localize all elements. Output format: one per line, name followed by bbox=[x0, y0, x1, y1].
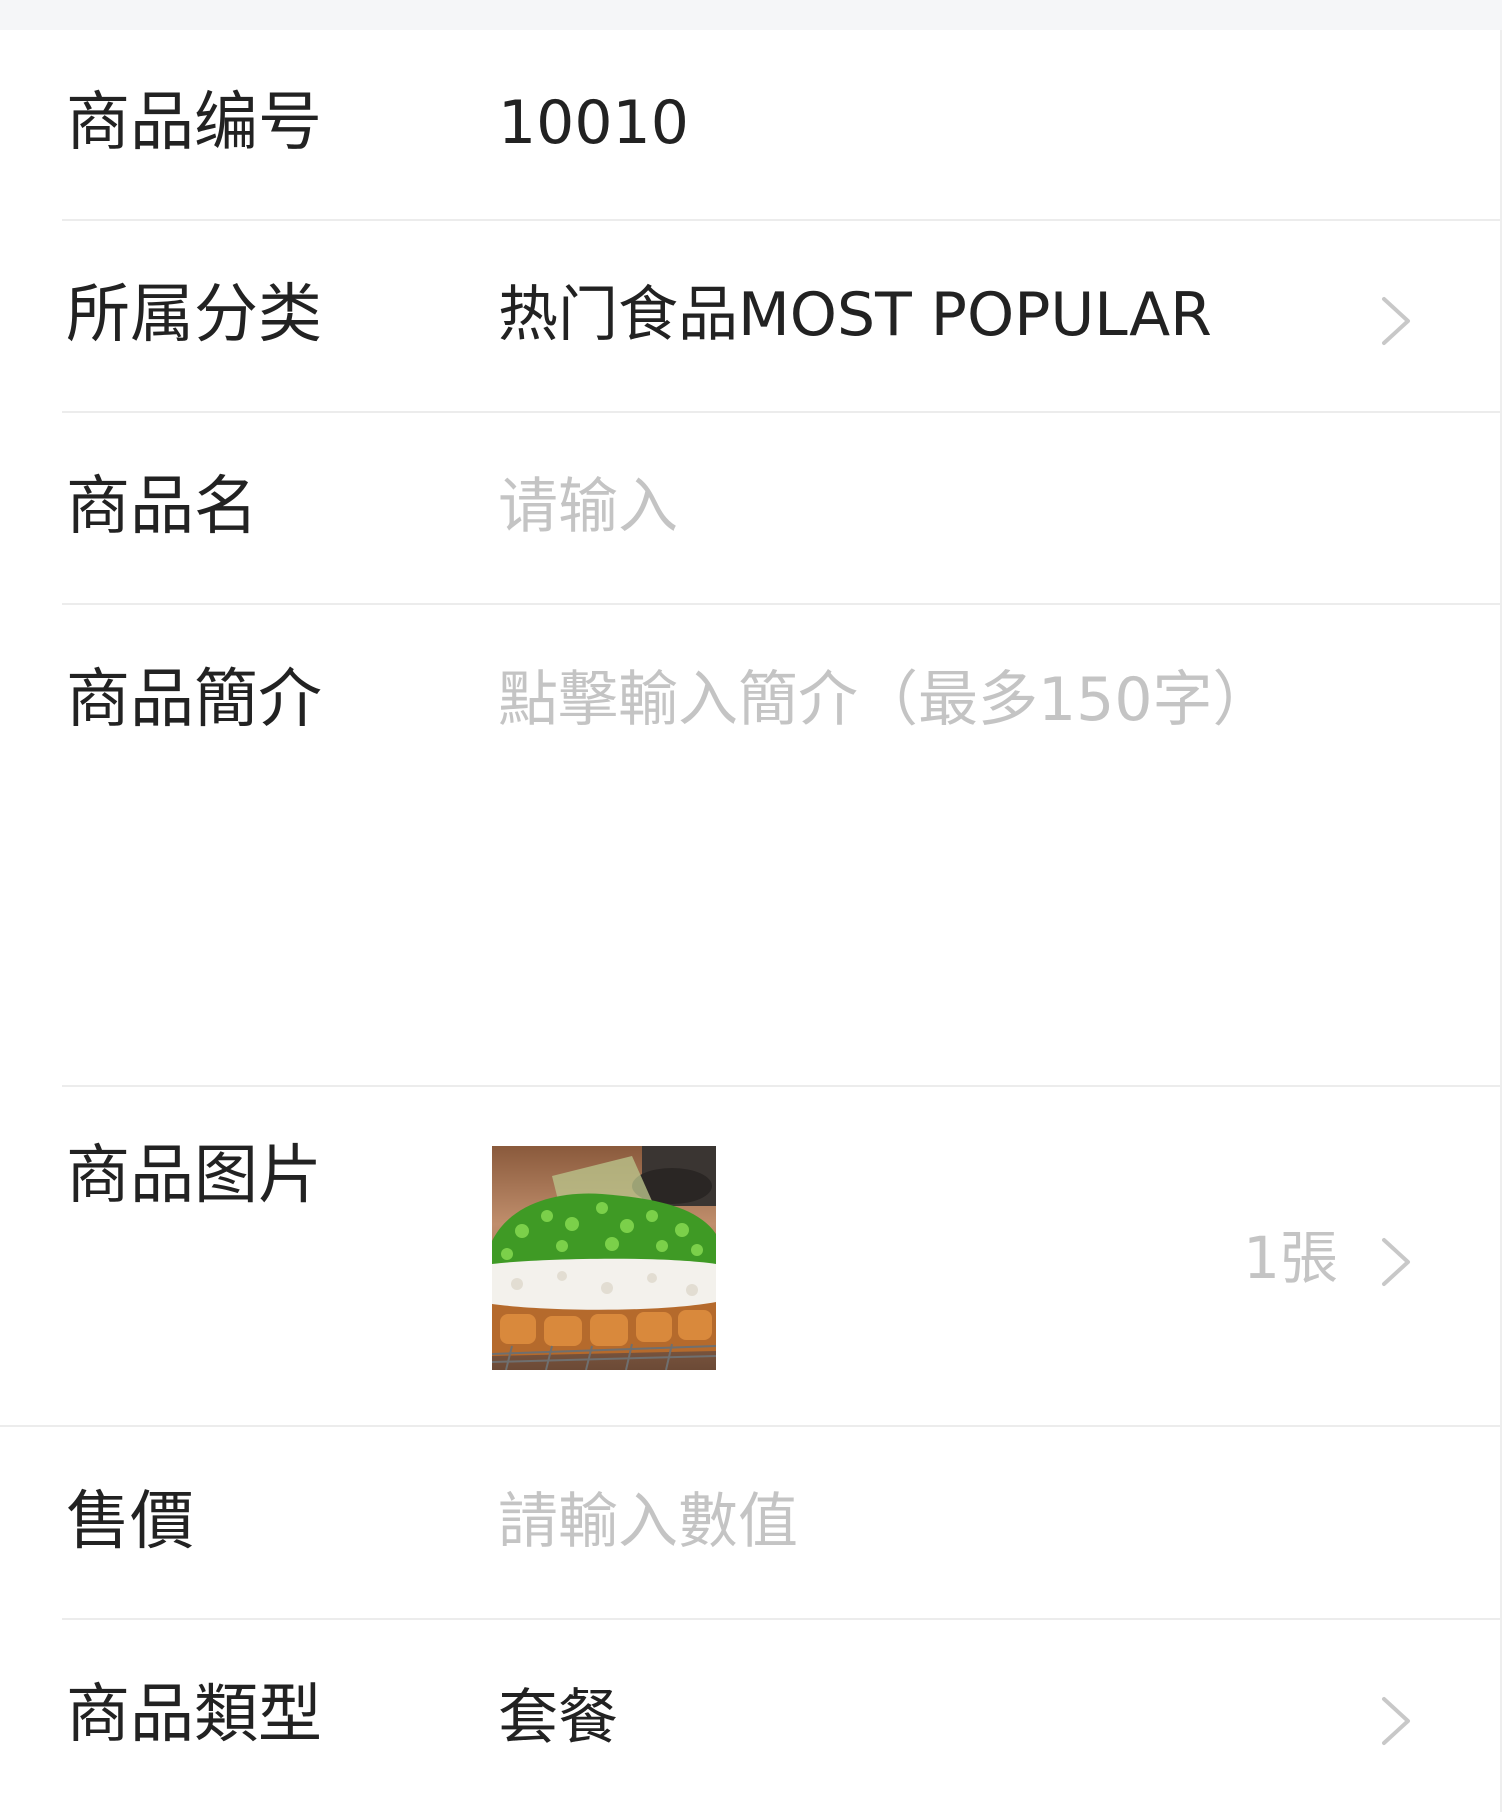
product-name-label: 商品名 bbox=[66, 470, 258, 544]
divider bbox=[62, 411, 1500, 413]
price-input[interactable]: 請輸入數值 bbox=[498, 1482, 798, 1562]
product-edit-form: 商品编号 10010 所属分类 热门食品MOST POPULAR 商品名 请输入… bbox=[0, 0, 1502, 1812]
product-code-label: 商品编号 bbox=[66, 86, 322, 160]
image-count: 1張 bbox=[1243, 1224, 1338, 1292]
divider bbox=[0, 1425, 1500, 1427]
divider bbox=[62, 219, 1500, 221]
description-textarea[interactable]: 點擊輸入簡介（最多150字） bbox=[498, 660, 1273, 740]
chevron-right-icon[interactable] bbox=[1378, 293, 1414, 349]
chevron-right-icon[interactable] bbox=[1378, 1693, 1414, 1749]
images-label: 商品图片 bbox=[66, 1139, 322, 1213]
category-value: 热门食品MOST POPULAR bbox=[498, 280, 1212, 350]
description-label: 商品簡介 bbox=[66, 663, 322, 737]
category-label: 所属分类 bbox=[66, 278, 322, 352]
top-strip bbox=[0, 0, 1502, 30]
divider bbox=[62, 603, 1500, 605]
product-thumbnail[interactable] bbox=[492, 1146, 716, 1370]
product-type-label: 商品類型 bbox=[66, 1678, 322, 1752]
divider bbox=[62, 1085, 1500, 1087]
chevron-right-icon[interactable] bbox=[1378, 1234, 1414, 1290]
price-label: 售價 bbox=[66, 1485, 194, 1559]
product-name-input[interactable]: 请输入 bbox=[498, 467, 678, 547]
divider bbox=[62, 1618, 1500, 1620]
product-type-value: 套餐 bbox=[498, 1683, 618, 1753]
product-code-value[interactable]: 10010 bbox=[498, 83, 689, 163]
